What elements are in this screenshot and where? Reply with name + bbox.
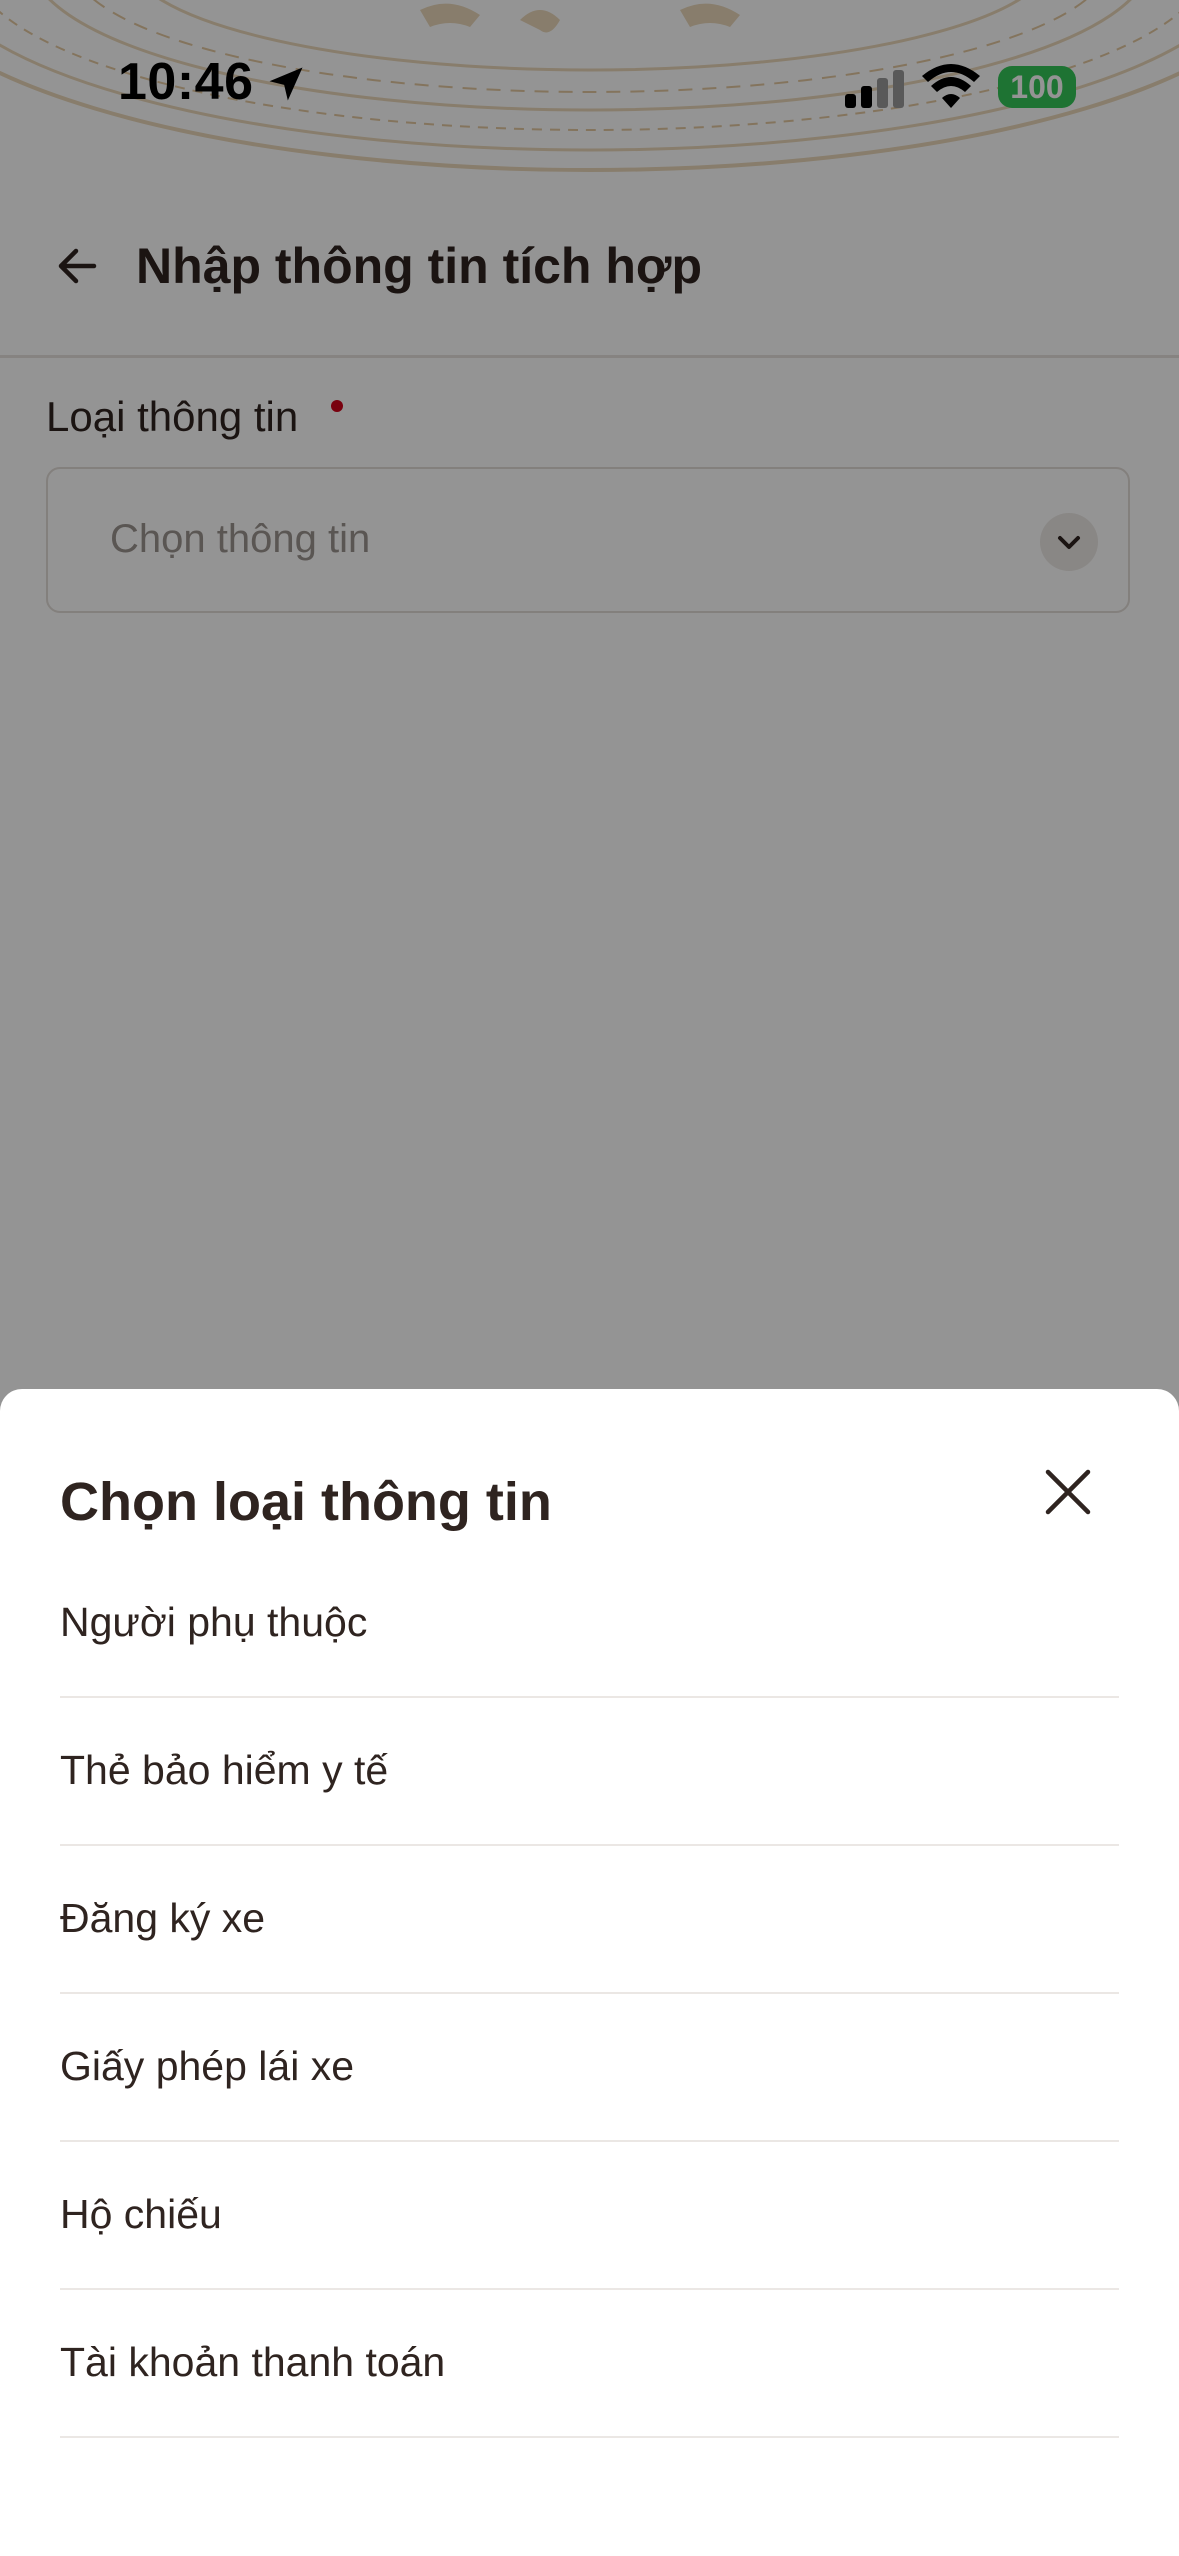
option-list: Người phụ thuộc Thẻ bảo hiểm y tế Đăng k… [60,1563,1119,2438]
option-label: Thẻ bảo hiểm y tế [60,1747,389,1793]
close-button[interactable] [1030,1454,1106,1530]
option-tai-khoan-thanh-toan[interactable]: Tài khoản thanh toán [60,2290,1119,2438]
option-giay-phep-lai-xe[interactable]: Giấy phép lái xe [60,1994,1119,2142]
sheet-title: Chọn loại thông tin [60,1472,552,1532]
option-the-bao-hiem-y-te[interactable]: Thẻ bảo hiểm y tế [60,1698,1119,1846]
option-label: Giấy phép lái xe [60,2043,355,2089]
option-label: Tài khoản thanh toán [60,2339,446,2385]
close-icon [1045,1469,1091,1515]
option-ho-chieu[interactable]: Hộ chiếu [60,2142,1119,2290]
option-nguoi-phu-thuoc[interactable]: Người phụ thuộc [60,1563,1119,1698]
bottom-sheet: Chọn loại thông tin Người phụ thuộc Thẻ … [0,1389,1179,2556]
option-dang-ky-xe[interactable]: Đăng ký xe [60,1846,1119,1994]
option-label: Đăng ký xe [60,1895,266,1941]
option-label: Hộ chiếu [60,2191,222,2237]
option-label: Người phụ thuộc [60,1599,368,1645]
